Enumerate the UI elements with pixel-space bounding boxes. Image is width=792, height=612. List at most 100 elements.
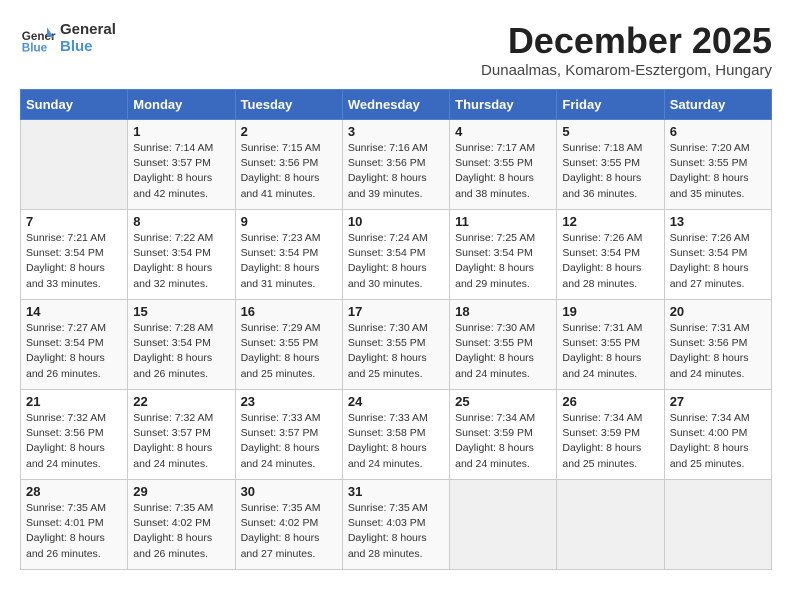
col-header-saturday: Saturday bbox=[664, 90, 771, 120]
calendar-cell: 22 Sunrise: 7:32 AMSunset: 3:57 PMDayligh… bbox=[128, 390, 235, 480]
day-number: 7 bbox=[26, 214, 122, 229]
week-row-1: 1Sunrise: 7:14 AMSunset: 3:57 PMDaylight… bbox=[21, 120, 772, 210]
calendar-cell: 31Sunrise: 7:35 AMSunset: 4:03 PMDayligh… bbox=[342, 480, 449, 570]
calendar-cell: 20 Sunrise: 7:31 AMSunset: 3:56 PMDayligh… bbox=[664, 300, 771, 390]
calendar-cell: 8 Sunrise: 7:22 AMSunset: 3:54 PMDaylight… bbox=[128, 210, 235, 300]
logo-blue: Blue bbox=[60, 38, 116, 55]
day-info: Sunrise: 7:16 AMSunset: 3:56 PMDaylight:… bbox=[348, 141, 444, 202]
day-info: Sunrise: 7:34 AMSunset: 4:00 PMDaylight:… bbox=[670, 411, 766, 472]
day-number: 16 bbox=[241, 304, 337, 319]
calendar-cell bbox=[664, 480, 771, 570]
calendar-cell: 9 Sunrise: 7:23 AMSunset: 3:54 PMDaylight… bbox=[235, 210, 342, 300]
calendar-cell bbox=[557, 480, 664, 570]
calendar-cell: 5Sunrise: 7:18 AMSunset: 3:55 PMDaylight… bbox=[557, 120, 664, 210]
day-info: Sunrise: 7:30 AMSunset: 3:55 PMDaylight:… bbox=[455, 321, 551, 382]
day-info: Sunrise: 7:26 AMSunset: 3:54 PMDaylight:… bbox=[562, 231, 658, 292]
calendar-cell: 4 Sunrise: 7:17 AMSunset: 3:55 PMDaylight… bbox=[450, 120, 557, 210]
col-header-thursday: Thursday bbox=[450, 90, 557, 120]
col-header-tuesday: Tuesday bbox=[235, 90, 342, 120]
calendar-cell: 12 Sunrise: 7:26 AMSunset: 3:54 PMDayligh… bbox=[557, 210, 664, 300]
day-number: 28 bbox=[26, 484, 122, 499]
calendar-cell: 19 Sunrise: 7:31 AMSunset: 3:55 PMDayligh… bbox=[557, 300, 664, 390]
calendar-cell: 25Sunrise: 7:34 AMSunset: 3:59 PMDayligh… bbox=[450, 390, 557, 480]
day-info: Sunrise: 7:17 AMSunset: 3:55 PMDaylight:… bbox=[455, 141, 551, 202]
day-number: 2 bbox=[241, 124, 337, 139]
logo: General Blue General Blue bbox=[20, 20, 116, 56]
day-number: 15 bbox=[133, 304, 229, 319]
day-number: 19 bbox=[562, 304, 658, 319]
col-header-sunday: Sunday bbox=[21, 90, 128, 120]
page-header: General Blue General Blue December 2025 … bbox=[20, 20, 772, 79]
location-subtitle: Dunaalmas, Komarom-Esztergom, Hungary bbox=[481, 62, 772, 79]
day-number: 1 bbox=[133, 124, 229, 139]
day-info: Sunrise: 7:28 AMSunset: 3:54 PMDaylight:… bbox=[133, 321, 229, 382]
day-info: Sunrise: 7:31 AMSunset: 3:55 PMDaylight:… bbox=[562, 321, 658, 382]
calendar-cell: 3 Sunrise: 7:16 AMSunset: 3:56 PMDaylight… bbox=[342, 120, 449, 210]
day-info: Sunrise: 7:24 AMSunset: 3:54 PMDaylight:… bbox=[348, 231, 444, 292]
calendar-cell: 27Sunrise: 7:34 AMSunset: 4:00 PMDayligh… bbox=[664, 390, 771, 480]
day-number: 12 bbox=[562, 214, 658, 229]
day-info: Sunrise: 7:23 AMSunset: 3:54 PMDaylight:… bbox=[241, 231, 337, 292]
calendar-cell bbox=[450, 480, 557, 570]
day-info: Sunrise: 7:35 AMSunset: 4:01 PMDaylight:… bbox=[26, 501, 122, 562]
day-number: 14 bbox=[26, 304, 122, 319]
day-number: 8 bbox=[133, 214, 229, 229]
col-header-friday: Friday bbox=[557, 90, 664, 120]
calendar-cell: 29 Sunrise: 7:35 AMSunset: 4:02 PMDayligh… bbox=[128, 480, 235, 570]
day-info: Sunrise: 7:20 AMSunset: 3:55 PMDaylight:… bbox=[670, 141, 766, 202]
calendar-cell: 17 Sunrise: 7:30 AMSunset: 3:55 PMDayligh… bbox=[342, 300, 449, 390]
day-info: Sunrise: 7:31 AMSunset: 3:56 PMDaylight:… bbox=[670, 321, 766, 382]
day-number: 10 bbox=[348, 214, 444, 229]
day-number: 13 bbox=[670, 214, 766, 229]
calendar-cell bbox=[21, 120, 128, 210]
day-info: Sunrise: 7:25 AMSunset: 3:54 PMDaylight:… bbox=[455, 231, 551, 292]
week-row-2: 7 Sunrise: 7:21 AMSunset: 3:54 PMDaylight… bbox=[21, 210, 772, 300]
week-row-3: 14Sunrise: 7:27 AMSunset: 3:54 PMDayligh… bbox=[21, 300, 772, 390]
day-number: 22 bbox=[133, 394, 229, 409]
week-row-5: 28 Sunrise: 7:35 AMSunset: 4:01 PMDayligh… bbox=[21, 480, 772, 570]
calendar-cell: 11 Sunrise: 7:25 AMSunset: 3:54 PMDayligh… bbox=[450, 210, 557, 300]
calendar-header-row: SundayMondayTuesdayWednesdayThursdayFrid… bbox=[21, 90, 772, 120]
day-number: 20 bbox=[670, 304, 766, 319]
day-number: 18 bbox=[455, 304, 551, 319]
calendar-cell: 10 Sunrise: 7:24 AMSunset: 3:54 PMDayligh… bbox=[342, 210, 449, 300]
day-number: 17 bbox=[348, 304, 444, 319]
col-header-wednesday: Wednesday bbox=[342, 90, 449, 120]
calendar-cell: 18 Sunrise: 7:30 AMSunset: 3:55 PMDayligh… bbox=[450, 300, 557, 390]
calendar-cell: 21Sunrise: 7:32 AMSunset: 3:56 PMDayligh… bbox=[21, 390, 128, 480]
day-number: 3 bbox=[348, 124, 444, 139]
calendar-cell: 14Sunrise: 7:27 AMSunset: 3:54 PMDayligh… bbox=[21, 300, 128, 390]
day-number: 26 bbox=[562, 394, 658, 409]
day-info: Sunrise: 7:29 AMSunset: 3:55 PMDaylight:… bbox=[241, 321, 337, 382]
svg-text:Blue: Blue bbox=[22, 42, 48, 55]
day-info: Sunrise: 7:34 AMSunset: 3:59 PMDaylight:… bbox=[562, 411, 658, 472]
calendar-cell: 1Sunrise: 7:14 AMSunset: 3:57 PMDaylight… bbox=[128, 120, 235, 210]
day-info: Sunrise: 7:21 AMSunset: 3:54 PMDaylight:… bbox=[26, 231, 122, 292]
day-number: 25 bbox=[455, 394, 551, 409]
day-number: 31 bbox=[348, 484, 444, 499]
day-info: Sunrise: 7:32 AMSunset: 3:57 PMDaylight:… bbox=[133, 411, 229, 472]
day-info: Sunrise: 7:15 AMSunset: 3:56 PMDaylight:… bbox=[241, 141, 337, 202]
calendar-cell: 13 Sunrise: 7:26 AMSunset: 3:54 PMDayligh… bbox=[664, 210, 771, 300]
month-title: December 2025 bbox=[481, 20, 772, 62]
day-info: Sunrise: 7:26 AMSunset: 3:54 PMDaylight:… bbox=[670, 231, 766, 292]
calendar-table: SundayMondayTuesdayWednesdayThursdayFrid… bbox=[20, 89, 772, 570]
calendar-cell: 30Sunrise: 7:35 AMSunset: 4:02 PMDayligh… bbox=[235, 480, 342, 570]
day-info: Sunrise: 7:33 AMSunset: 3:57 PMDaylight:… bbox=[241, 411, 337, 472]
day-number: 4 bbox=[455, 124, 551, 139]
calendar-cell: 24Sunrise: 7:33 AMSunset: 3:58 PMDayligh… bbox=[342, 390, 449, 480]
day-number: 23 bbox=[241, 394, 337, 409]
day-number: 9 bbox=[241, 214, 337, 229]
day-info: Sunrise: 7:35 AMSunset: 4:02 PMDaylight:… bbox=[133, 501, 229, 562]
day-info: Sunrise: 7:30 AMSunset: 3:55 PMDaylight:… bbox=[348, 321, 444, 382]
week-row-4: 21Sunrise: 7:32 AMSunset: 3:56 PMDayligh… bbox=[21, 390, 772, 480]
calendar-cell: 7 Sunrise: 7:21 AMSunset: 3:54 PMDaylight… bbox=[21, 210, 128, 300]
day-info: Sunrise: 7:18 AMSunset: 3:55 PMDaylight:… bbox=[562, 141, 658, 202]
day-number: 29 bbox=[133, 484, 229, 499]
day-number: 6 bbox=[670, 124, 766, 139]
day-info: Sunrise: 7:22 AMSunset: 3:54 PMDaylight:… bbox=[133, 231, 229, 292]
calendar-cell: 6 Sunrise: 7:20 AMSunset: 3:55 PMDaylight… bbox=[664, 120, 771, 210]
day-number: 24 bbox=[348, 394, 444, 409]
day-number: 11 bbox=[455, 214, 551, 229]
day-info: Sunrise: 7:35 AMSunset: 4:02 PMDaylight:… bbox=[241, 501, 337, 562]
